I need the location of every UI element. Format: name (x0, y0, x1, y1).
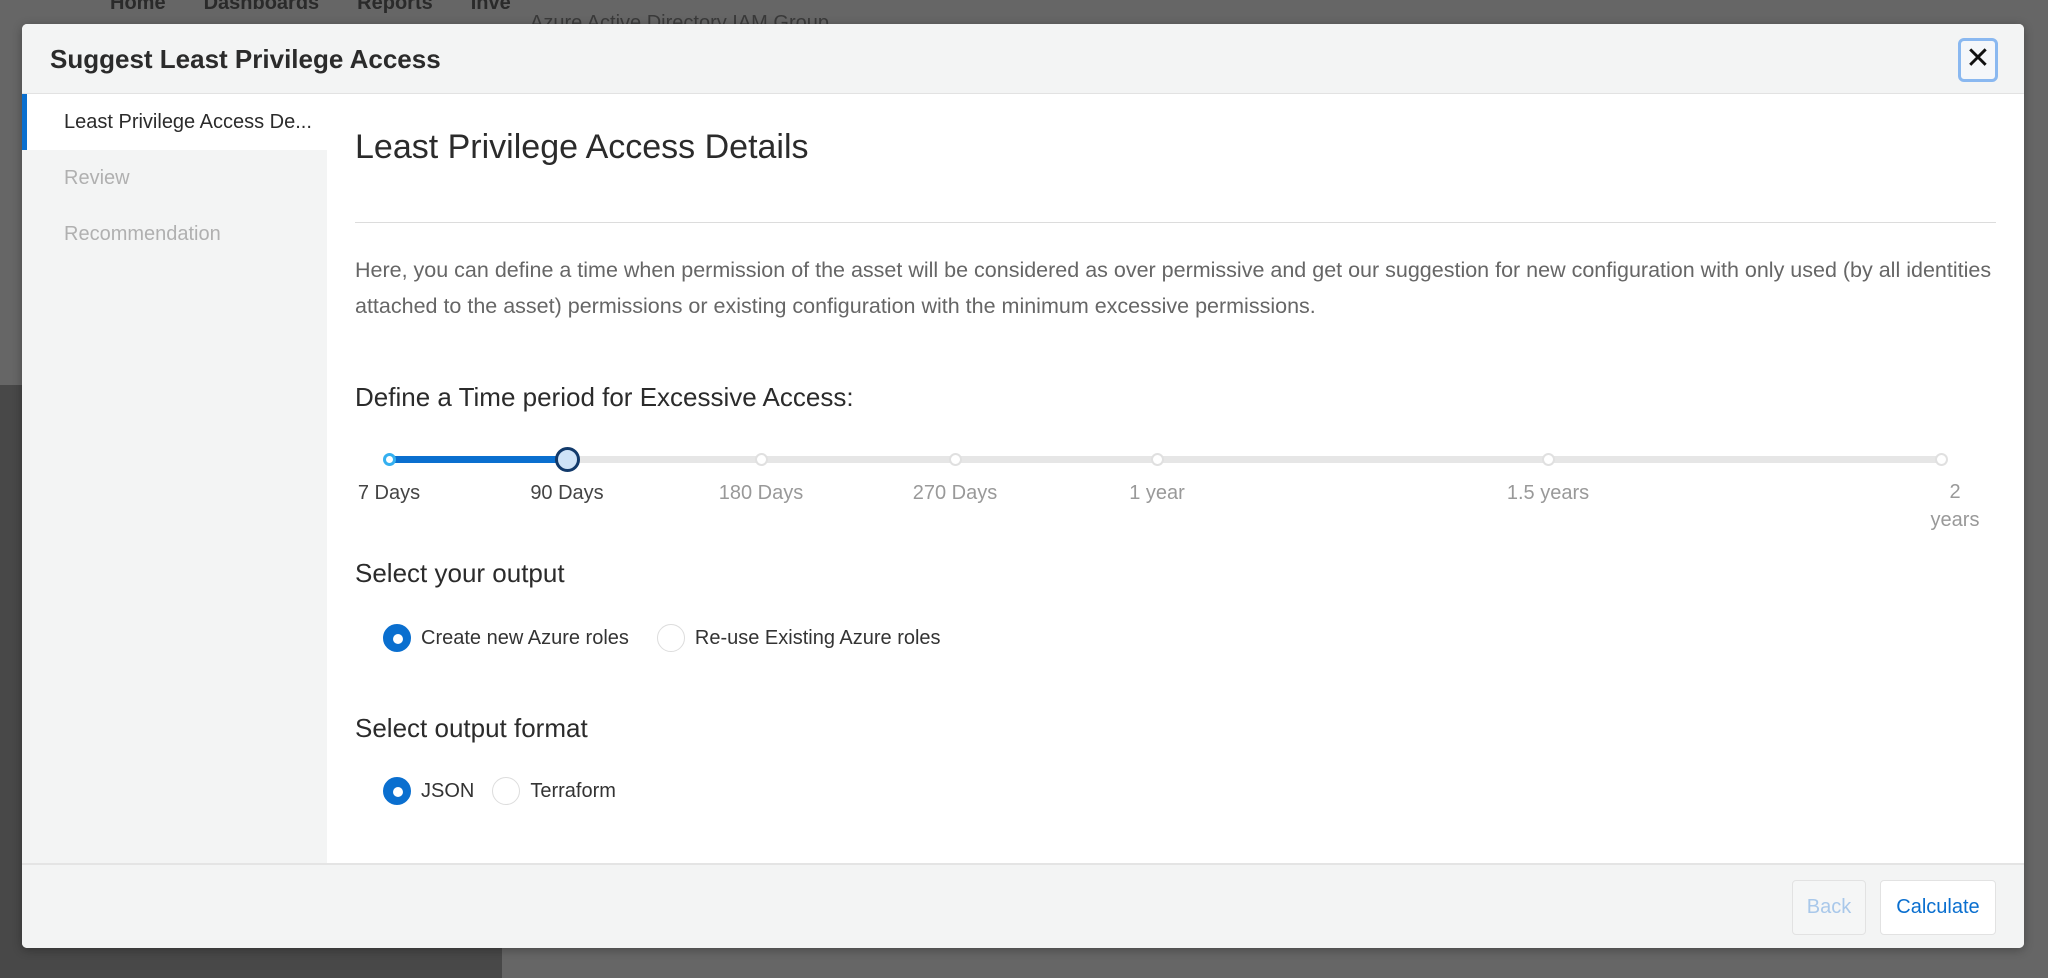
slider-track[interactable] (389, 456, 1941, 463)
slider-label: 1.5 years (1506, 482, 1590, 504)
radio-create-new-roles[interactable] (383, 624, 411, 652)
slider-tick-1-5-years[interactable] (1542, 453, 1555, 466)
bg-nav-reports: Reports (357, 0, 433, 14)
step-recommendation[interactable]: Recommendation (22, 206, 327, 262)
slider-tick-180-days[interactable] (755, 453, 768, 466)
step-review[interactable]: Review (22, 150, 327, 206)
slider-label: 2 years (1930, 481, 1980, 531)
slider-tick-7-days[interactable] (383, 453, 396, 466)
radio-label[interactable]: Terraform (530, 780, 616, 803)
modal-footer: Back Calculate (22, 863, 2024, 948)
step-content: Least Privilege Access Details Here, you… (355, 94, 1996, 863)
slider-label: 90 Days (530, 482, 604, 504)
wizard-steps: Least Privilege Access De... Review Reco… (22, 94, 327, 863)
slider-label: 1 year (1129, 482, 1185, 504)
modal-title: Suggest Least Privilege Access (50, 44, 441, 74)
slider-label: 180 Days (718, 482, 804, 504)
background-nav: Home Dashboards Reports Inve (110, 0, 511, 15)
description: Here, you can define a time when permiss… (355, 258, 1992, 318)
modal-header: Suggest Least Privilege Access ✕ (22, 24, 2024, 94)
suggest-least-privilege-modal: Suggest Least Privilege Access ✕ Least P… (22, 24, 2024, 948)
radio-terraform[interactable] (492, 777, 521, 805)
slider-tick-1-year[interactable] (1151, 453, 1164, 466)
slider-fill (389, 456, 567, 463)
radio-label[interactable]: Re-use Existing Azure roles (695, 627, 941, 650)
format-label: Select output format (355, 713, 588, 743)
output-label: Select your output (355, 558, 565, 588)
step-least-privilege-details[interactable]: Least Privilege Access De... (22, 94, 327, 150)
back-button[interactable]: Back (1792, 880, 1866, 935)
bg-nav-home: Home (110, 0, 166, 14)
slider-label: 7 Days (357, 482, 421, 504)
radio-json[interactable] (383, 777, 411, 805)
close-icon[interactable]: ✕ (1958, 38, 1998, 82)
radio-label[interactable]: JSON (421, 780, 474, 803)
radio-reuse-existing-roles[interactable] (656, 624, 685, 652)
divider (355, 222, 1996, 223)
bg-nav-dashboards: Dashboards (203, 0, 320, 14)
output-radio-group: Create new Azure roles Re-use Existing A… (383, 624, 969, 652)
slider-tick-270-days[interactable] (949, 453, 962, 466)
slider-handle[interactable] (555, 447, 580, 472)
content-heading: Least Privilege Access Details (355, 128, 809, 166)
time-period-slider[interactable]: 7 Days 90 Days 180 Days 270 Days 1 year … (355, 434, 1995, 531)
slider-label: 270 Days (912, 482, 998, 504)
slider-tick-2-years[interactable] (1935, 453, 1948, 466)
bg-nav-inve: Inve (470, 0, 511, 14)
calculate-button[interactable]: Calculate (1880, 880, 1996, 935)
radio-label[interactable]: Create new Azure roles (421, 627, 629, 650)
time-period-label: Define a Time period for Excessive Acces… (355, 382, 854, 412)
format-radio-group: JSON Terraform (383, 777, 644, 805)
